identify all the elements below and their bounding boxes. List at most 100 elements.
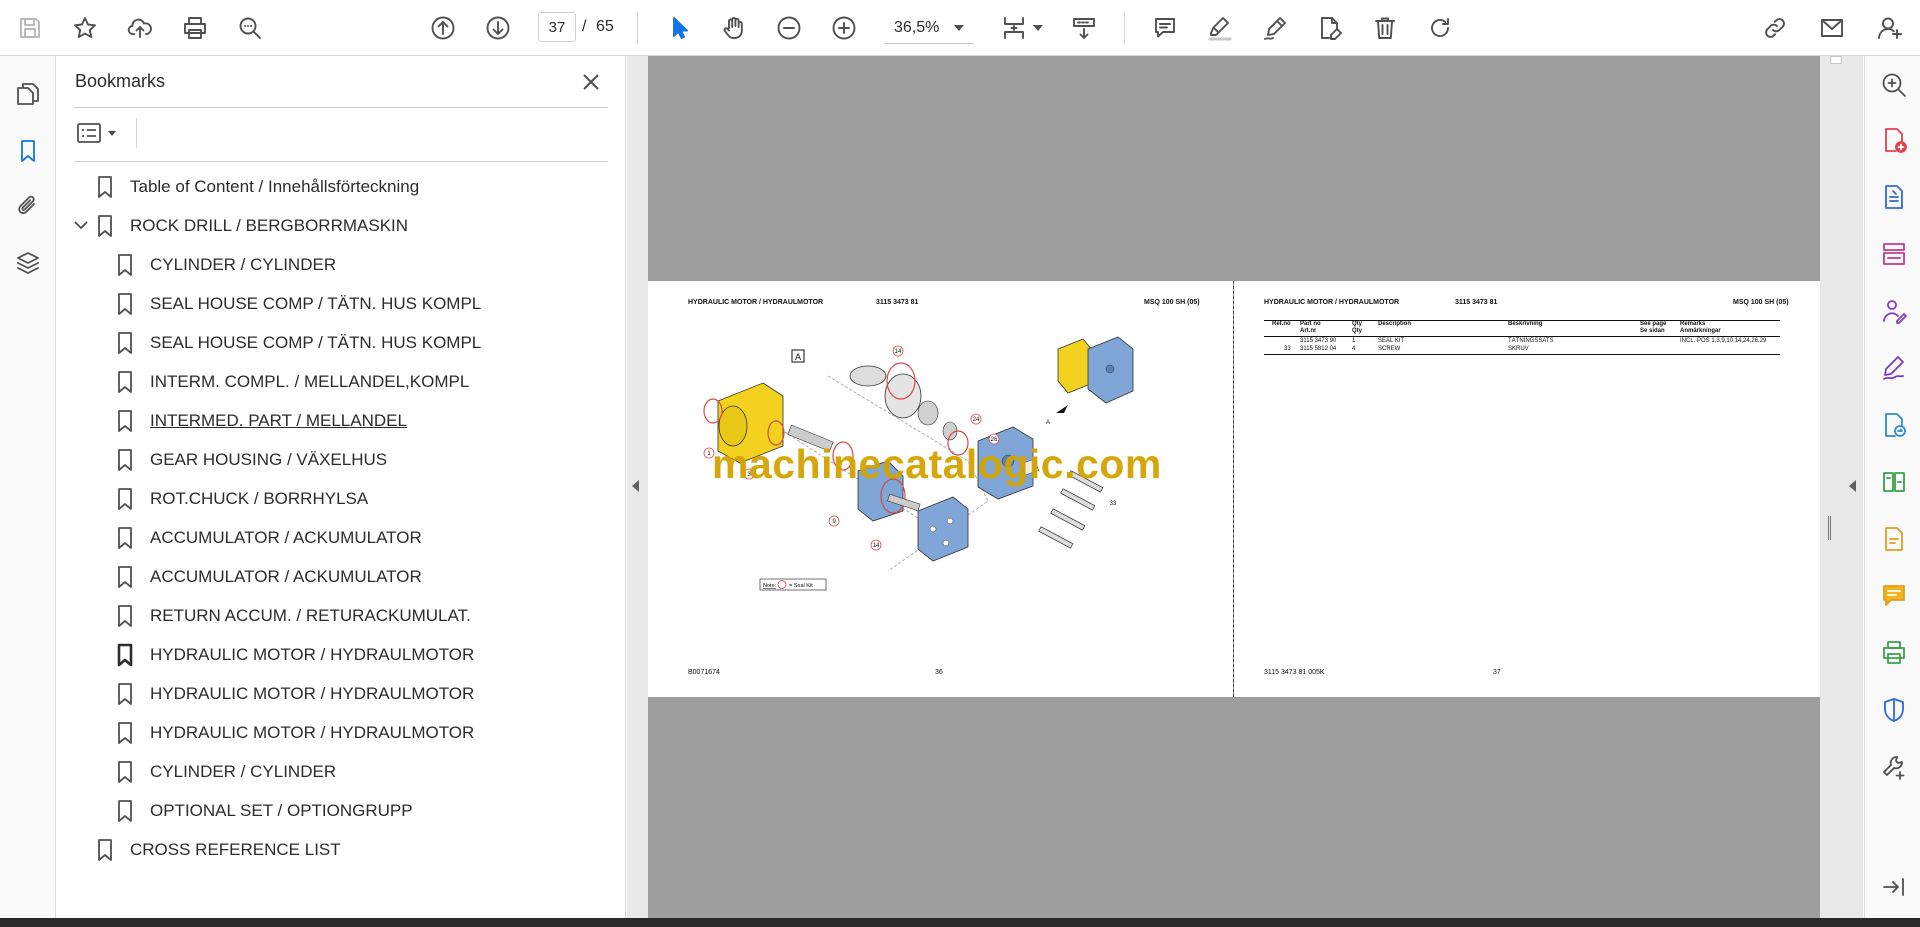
bookmark-label: Table of Content / Innehållsförteckning [130,177,420,196]
send-for-review-icon[interactable] [1877,408,1911,442]
bookmarks-icon[interactable] [10,133,46,169]
print-icon[interactable] [177,10,213,46]
cell-qty: 1 [1352,338,1356,344]
prev-page-icon[interactable] [425,10,461,46]
bookmark-item[interactable]: HYDRAULIC MOTOR / HYDRAULMOTOR [114,717,474,749]
account-icon[interactable] [1871,10,1907,46]
bookmark-icon [114,721,136,745]
layers-icon[interactable] [10,245,46,281]
bookmark-item[interactable]: CYLINDER / CYLINDER [114,249,336,281]
bookmark-item[interactable]: INTERMED. PART / MELLANDEL [114,405,407,437]
bookmark-item[interactable]: INTERM. COMPL. / MELLANDEL,KOMPL [114,366,469,398]
upload-icon[interactable] [122,10,158,46]
zoom-select[interactable]: 36,5% [884,12,974,44]
bookmark-item[interactable]: ROT.CHUCK / BORRHYLSA [114,483,368,515]
bookmark-icon [94,175,116,199]
col-header: Se sidan [1640,328,1665,334]
callout-label: 14 [873,543,880,549]
bookmark-item[interactable]: Table of Content / Innehållsförteckning [94,171,419,203]
fill-sign-icon[interactable] [1877,351,1911,385]
col-header: Ref.no [1272,321,1291,327]
compare-files-icon[interactable] [1877,465,1911,499]
scrollbar-grip-icon[interactable] [1828,516,1831,540]
chevron-down-icon [954,24,964,31]
bookmark-label: INTERM. COMPL. / MELLANDEL,KOMPL [150,372,470,391]
edit-text-icon[interactable] [1312,10,1348,46]
col-header: Description [1378,321,1412,327]
bookmark-icon [114,292,136,316]
bookmark-item[interactable]: CYLINDER / CYLINDER [114,756,336,788]
panel-divider [74,107,608,108]
fit-page-dropdown-icon[interactable] [1033,25,1043,31]
hand-icon[interactable] [716,10,752,46]
email-icon[interactable] [1814,10,1850,46]
page-viewport[interactable]: HYDRAULIC MOTOR / HYDRAULMOTOR 3115 3473… [648,56,1820,918]
page-thumbnails-icon[interactable] [10,76,46,112]
organize-pages-icon[interactable] [1877,237,1911,271]
expand-panel-icon[interactable] [1877,870,1911,904]
request-signature-icon[interactable] [1877,294,1911,328]
bookmark-label: ACCUMULATOR / ACKUMULATOR [150,528,422,547]
draw-icon[interactable] [1257,10,1293,46]
main-toolbar: / 65 36,5% [0,0,1920,56]
bookmark-star-icon[interactable] [67,10,103,46]
col-header: Art.nr [1300,328,1317,334]
bookmark-item[interactable]: HYDRAULIC MOTOR / HYDRAULMOTOR [114,678,474,710]
navigation-rail [0,56,56,918]
bookmark-label: GEAR HOUSING / VÄXELHUS [150,450,388,469]
page-number-input[interactable] [538,12,576,42]
close-icon[interactable] [576,67,606,97]
delete-icon[interactable] [1367,10,1403,46]
print-production-icon[interactable] [1877,636,1911,670]
more-tools-icon[interactable] [1877,750,1911,784]
bookmark-icon [114,487,136,511]
note-text: = Seal Kit [789,583,813,589]
find-icon[interactable] [232,10,268,46]
page-header-title: HYDRAULIC MOTOR / HYDRAULMOTOR [688,299,824,306]
page-header-title: HYDRAULIC MOTOR / HYDRAULMOTOR [1264,299,1400,306]
chevron-down-icon [108,130,116,136]
taskbar-edge [0,918,1920,927]
bookmark-icon [94,838,116,862]
protect-icon[interactable] [1877,693,1911,727]
rotate-icon[interactable] [1422,10,1458,46]
cell-beskr: SKRUV [1508,346,1529,352]
bookmark-item[interactable]: HYDRAULIC MOTOR / HYDRAULMOTOR [114,639,474,671]
zoom-out-icon[interactable] [771,10,807,46]
scroll-mode-icon[interactable] [1066,10,1102,46]
comment-tool-icon[interactable] [1877,579,1911,613]
bookmark-item[interactable]: ACCUMULATOR / ACKUMULATOR [114,522,422,554]
bookmark-item[interactable]: ROCK DRILL / BERGBORRMASKIN [74,210,408,242]
edit-pdf-icon[interactable] [1877,522,1911,556]
share-link-icon[interactable] [1757,10,1793,46]
cell-desc: SEAL KIT [1378,338,1405,344]
bookmark-options-button[interactable] [76,118,126,148]
highlight-icon[interactable] [1202,10,1238,46]
attachments-icon[interactable] [10,188,46,224]
bookmark-item[interactable]: ACCUMULATOR / ACKUMULATOR [114,561,422,593]
bookmark-item[interactable]: SEAL HOUSE COMP / TÄTN. HUS KOMPL [114,327,481,359]
col-header: Part no [1300,321,1321,327]
col-header: See page [1640,321,1667,327]
create-pdf-icon[interactable] [1877,123,1911,157]
save-icon[interactable] [12,10,48,46]
bookmark-item[interactable]: GEAR HOUSING / VÄXELHUS [114,444,387,476]
vertical-scrollbar-thumb[interactable] [1830,56,1842,64]
bookmark-item[interactable]: OPTIONAL SET / OPTIONGRUPP [114,795,413,827]
chevron-down-icon[interactable] [72,216,92,236]
collapse-left-panel-icon[interactable] [632,480,639,492]
comment-icon[interactable] [1147,10,1183,46]
zoom-search-icon[interactable] [1877,68,1911,102]
export-pdf-icon[interactable] [1877,180,1911,214]
collapse-right-panel-icon[interactable] [1849,480,1856,492]
bookmark-item[interactable]: RETURN ACCUM. / RETURACKUMULAT. [114,600,471,632]
bookmark-label: SEAL HOUSE COMP / TÄTN. HUS KOMPL [150,294,482,313]
bookmark-item[interactable]: SEAL HOUSE COMP / TÄTN. HUS KOMPL [114,288,481,320]
zoom-in-icon[interactable] [826,10,862,46]
page-footer-number: 37 [1493,669,1501,676]
next-page-icon[interactable] [480,10,516,46]
fit-page-icon[interactable] [996,10,1032,46]
bookmark-label: HYDRAULIC MOTOR / HYDRAULMOTOR [150,723,475,742]
select-cursor-icon[interactable] [661,10,697,46]
bookmark-item[interactable]: CROSS REFERENCE LIST [94,834,341,866]
